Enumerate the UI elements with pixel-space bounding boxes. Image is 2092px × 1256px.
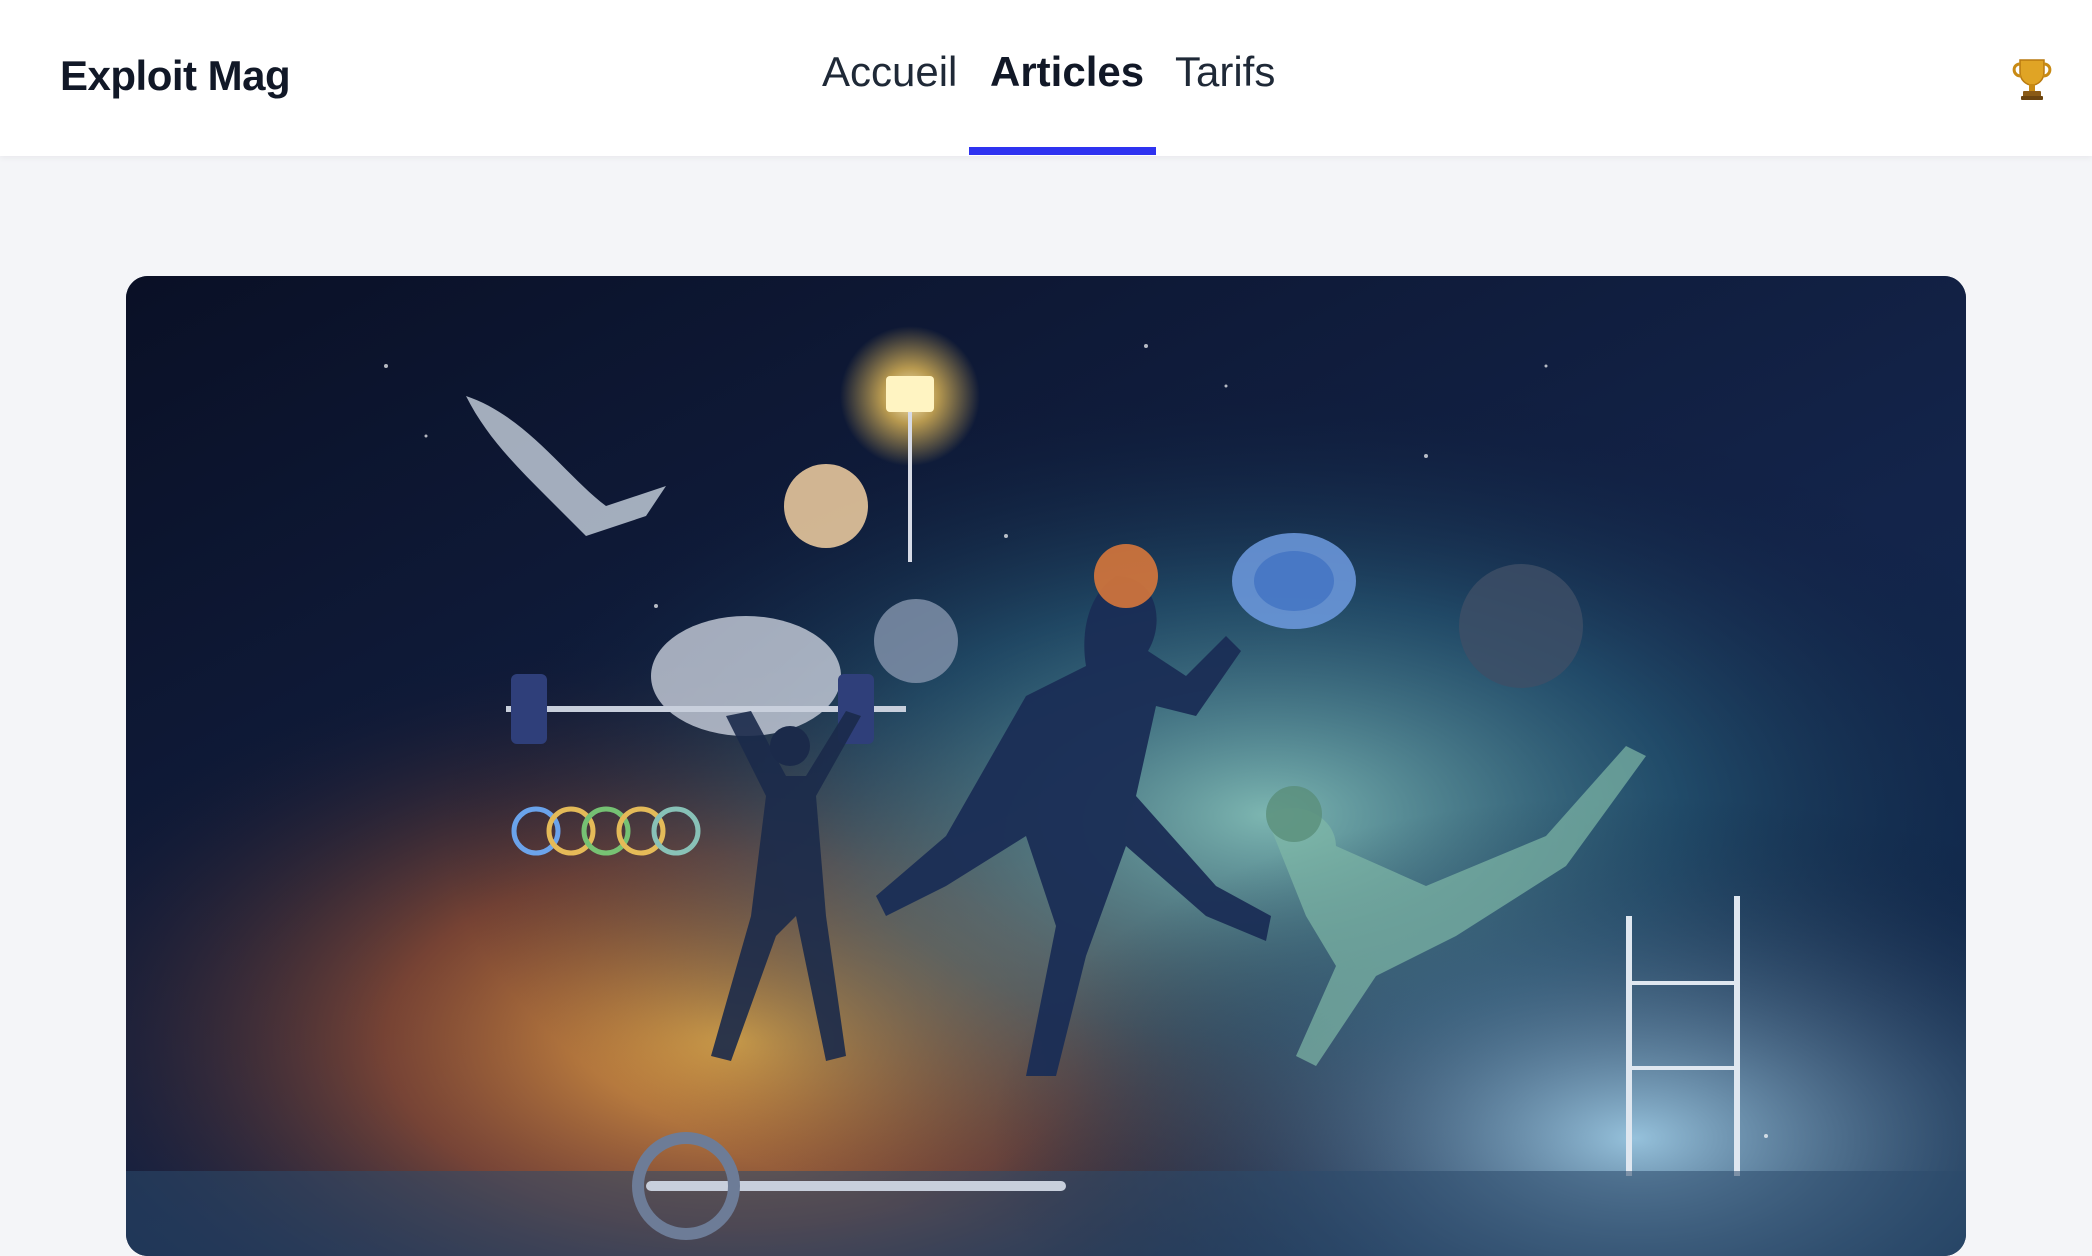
hero-image[interactable] (126, 276, 1966, 1256)
active-tab-indicator (969, 147, 1156, 155)
trophy-icon[interactable] (2008, 54, 2056, 102)
hero-illustration (126, 276, 1966, 1256)
nav-item-accueil[interactable]: Accueil (822, 48, 957, 96)
top-navbar: Exploit Mag Accueil Articles Tarifs (0, 0, 2092, 156)
brand-logo[interactable]: Exploit Mag (60, 52, 291, 100)
nav-item-articles[interactable]: Articles (990, 48, 1144, 96)
nav-item-tarifs[interactable]: Tarifs (1175, 48, 1275, 96)
